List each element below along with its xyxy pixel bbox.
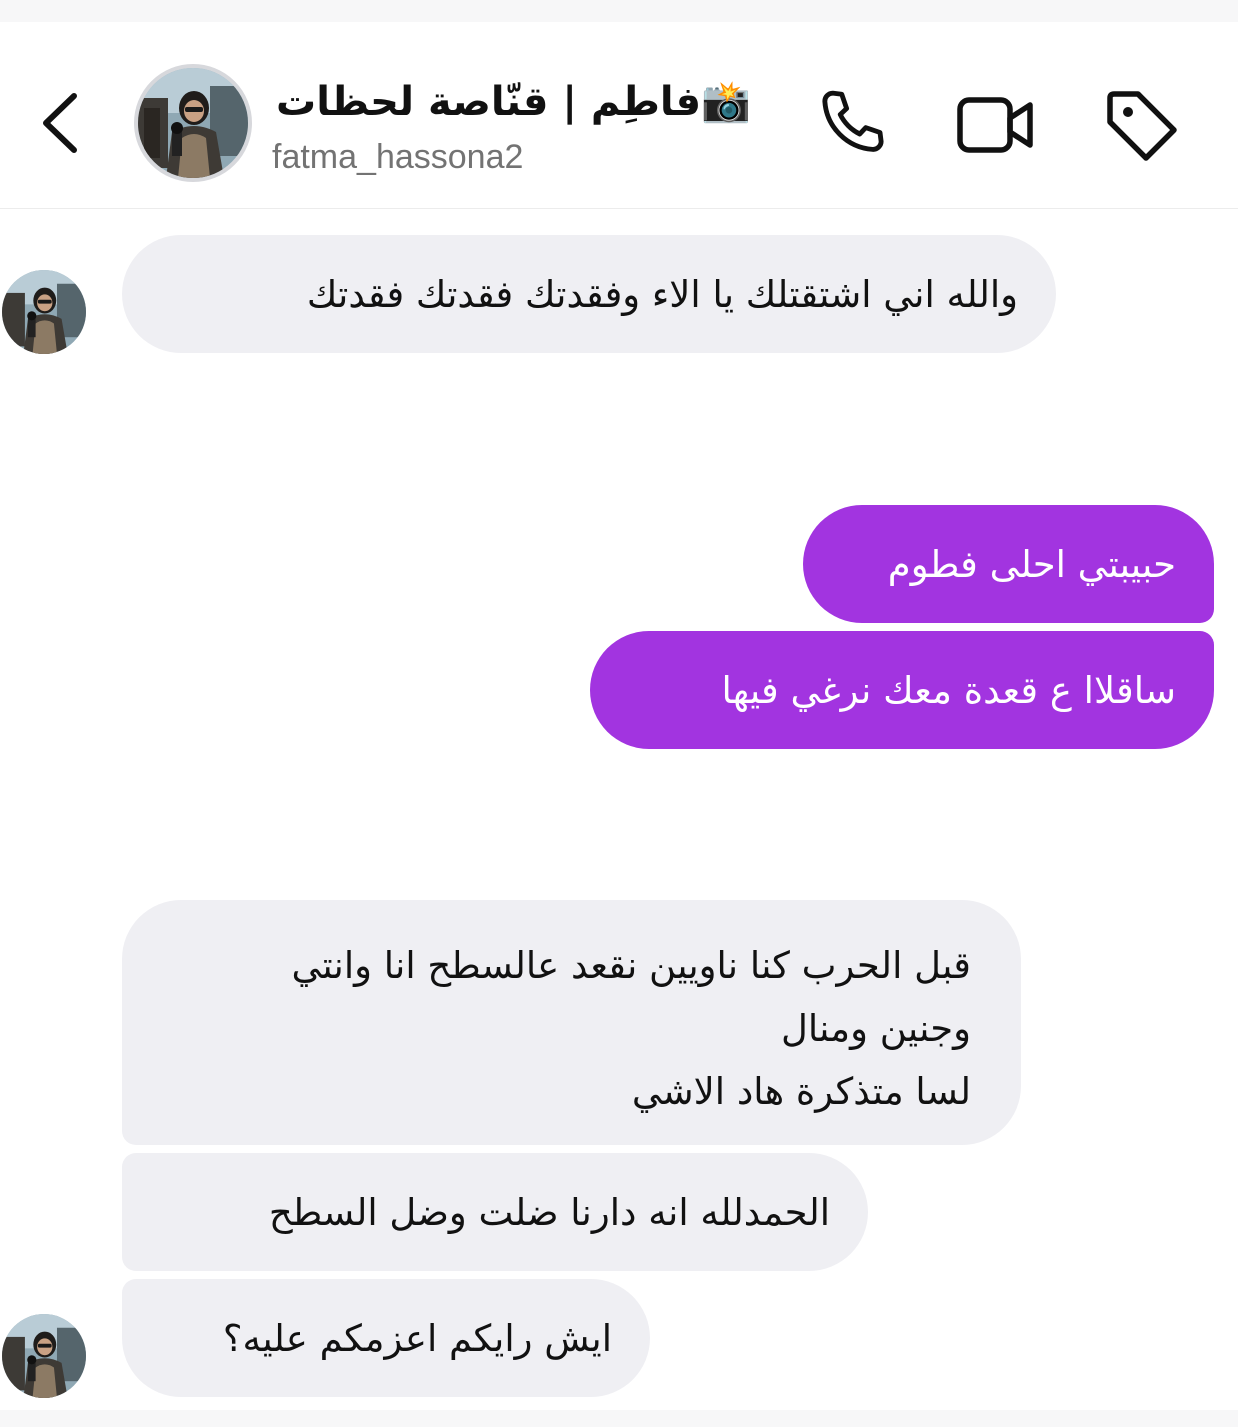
- contact-username[interactable]: fatma_hassona2: [272, 134, 672, 180]
- message-text: والله اني اشتقتلك يا الاء وفقدتك فقدتك ف…: [306, 272, 1018, 316]
- message-bubble-incoming[interactable]: ايش رايكم اعزمكم عليه؟: [122, 1279, 650, 1397]
- video-camera-icon: [957, 97, 1033, 153]
- message-bubble-incoming[interactable]: قبل الحرب كنا ناويين نقعد عالسطح انا وان…: [122, 900, 1021, 1145]
- call-button[interactable]: [808, 80, 898, 170]
- contact-avatar[interactable]: [134, 64, 252, 182]
- profile-photo: [138, 68, 248, 178]
- phone-icon: [822, 90, 884, 152]
- profile-photo: [2, 270, 86, 354]
- video-call-button[interactable]: [950, 80, 1040, 170]
- message-text: حبيبتي احلى فطوم: [887, 542, 1176, 586]
- tag-button[interactable]: [1096, 80, 1186, 170]
- message-text: قبل الحرب كنا ناويين نقعد عالسطح انا وان…: [292, 934, 971, 1123]
- profile-photo: [2, 1314, 86, 1398]
- message-bubble-incoming[interactable]: الحمدلله انه دارنا ضلت وضل السطح: [122, 1153, 868, 1271]
- status-strip: [0, 0, 1238, 22]
- message-bubble-incoming[interactable]: والله اني اشتقتلك يا الاء وفقدتك فقدتك ف…: [122, 235, 1056, 353]
- bottom-strip: [0, 1410, 1238, 1427]
- message-line: لسا متذكرة هاد الاشي: [631, 1070, 971, 1113]
- message-line: وجنين ومنال: [780, 1007, 971, 1050]
- sender-avatar[interactable]: [2, 1314, 86, 1398]
- back-button[interactable]: [34, 88, 90, 158]
- message-text: ساقلاا ع قعدة معك نرغي فيها: [721, 668, 1176, 712]
- message-text: الحمدلله انه دارنا ضلت وضل السطح: [268, 1190, 830, 1234]
- message-bubble-outgoing[interactable]: ساقلاا ع قعدة معك نرغي فيها: [590, 631, 1214, 749]
- chevron-left-icon: [43, 93, 77, 153]
- message-text: ايش رايكم اعزمكم عليه؟: [222, 1316, 612, 1360]
- contact-display-name[interactable]: فاطِم | قنّاصة لحظات📸: [276, 72, 776, 132]
- message-bubble-outgoing[interactable]: حبيبتي احلى فطوم: [803, 505, 1214, 623]
- tag-icon: [1107, 91, 1177, 161]
- chat-header: فاطِم | قنّاصة لحظات📸 fatma_hassona2: [0, 22, 1238, 209]
- sender-avatar[interactable]: [2, 270, 86, 354]
- message-line: قبل الحرب كنا ناويين نقعد عالسطح انا وان…: [291, 944, 971, 987]
